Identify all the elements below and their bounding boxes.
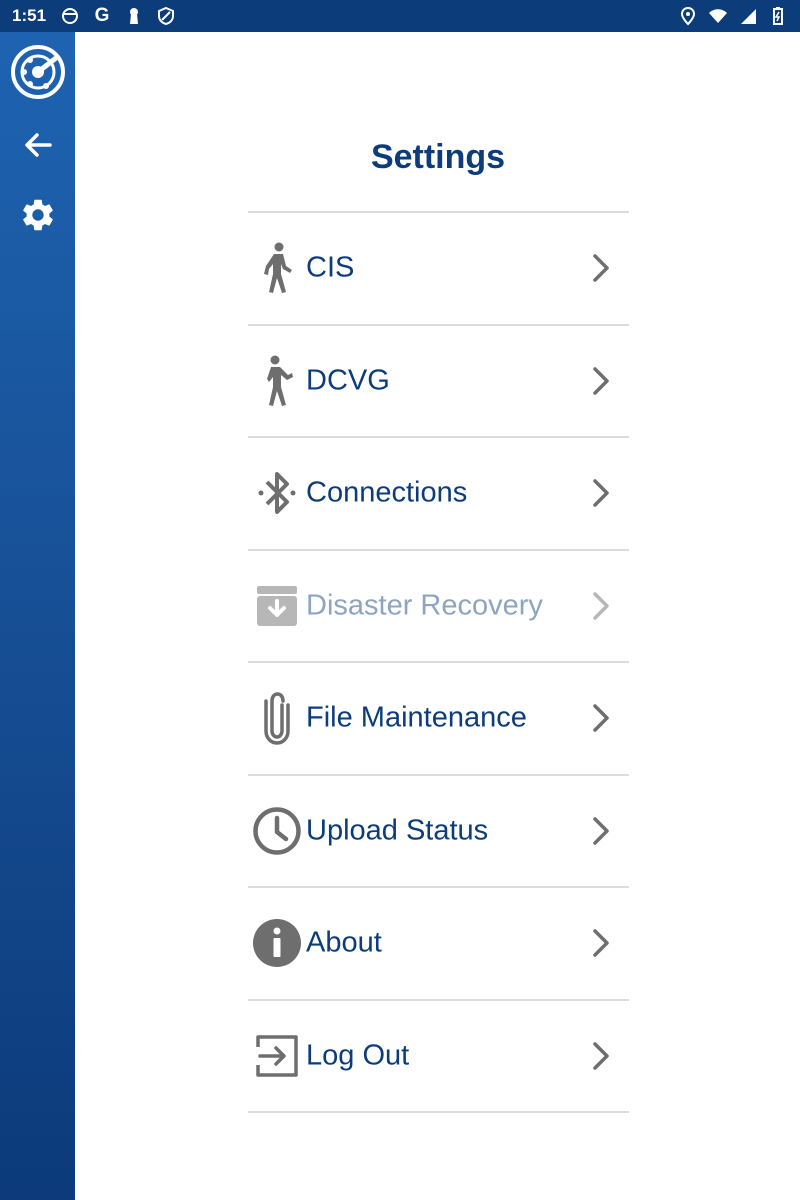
status-time: 1:51 bbox=[12, 6, 47, 25]
menu-item-dcvg[interactable]: DCVG bbox=[248, 326, 629, 438]
menu-item-label: File Maintenance bbox=[306, 701, 527, 734]
menu-item-label: Disaster Recovery bbox=[306, 589, 543, 622]
app-logo-button[interactable] bbox=[0, 44, 75, 104]
walking-person-icon bbox=[252, 241, 302, 295]
walking-person-icon bbox=[252, 354, 302, 408]
settings-menu: CIS DCVG Connections Disaster Recovery F… bbox=[248, 211, 629, 1113]
settings-button[interactable] bbox=[0, 194, 75, 240]
info-icon bbox=[252, 916, 302, 970]
app-logo-icon bbox=[10, 44, 66, 105]
menu-item-label: About bbox=[306, 926, 382, 959]
location-icon bbox=[678, 6, 698, 26]
back-arrow-icon bbox=[22, 129, 54, 166]
menu-item-about[interactable]: About bbox=[248, 888, 629, 1001]
chevron-right-icon bbox=[589, 702, 613, 734]
menu-item-upload-status[interactable]: Upload Status bbox=[248, 776, 629, 888]
menu-item-label: Log Out bbox=[306, 1039, 410, 1072]
chevron-right-icon bbox=[589, 927, 613, 959]
chevron-right-icon bbox=[589, 1040, 613, 1072]
archive-download-icon bbox=[252, 579, 302, 633]
paperclip-icon bbox=[252, 691, 302, 746]
shield-icon bbox=[156, 6, 176, 26]
back-button[interactable] bbox=[0, 124, 75, 170]
menu-item-label: Connections bbox=[306, 476, 468, 509]
sidebar bbox=[0, 32, 75, 1200]
menu-item-label: Upload Status bbox=[306, 814, 489, 847]
google-icon: G bbox=[94, 5, 110, 26]
chevron-right-icon bbox=[589, 477, 613, 509]
menu-item-connections[interactable]: Connections bbox=[248, 438, 629, 551]
battery-icon bbox=[768, 6, 788, 26]
gear-icon bbox=[19, 196, 57, 239]
menu-item-disaster-recovery[interactable]: Disaster Recovery bbox=[248, 551, 629, 663]
menu-item-cis[interactable]: CIS bbox=[248, 213, 629, 326]
chevron-right-icon bbox=[589, 252, 613, 284]
keyhole-icon bbox=[124, 6, 144, 26]
menu-item-log-out[interactable]: Log Out bbox=[248, 1001, 629, 1113]
app-circle-icon bbox=[60, 6, 80, 26]
menu-item-label: CIS bbox=[306, 251, 355, 284]
chevron-right-icon bbox=[589, 815, 613, 847]
signal-icon bbox=[738, 6, 758, 26]
clock-icon bbox=[252, 804, 302, 858]
status-bar: 1:51 G bbox=[0, 0, 800, 32]
chevron-right-icon bbox=[589, 590, 613, 622]
menu-item-label: DCVG bbox=[306, 364, 390, 397]
wifi-icon bbox=[708, 6, 728, 26]
status-icons-left: G bbox=[60, 6, 176, 26]
page-title: Settings bbox=[370, 138, 506, 176]
menu-item-file-maintenance[interactable]: File Maintenance bbox=[248, 663, 629, 776]
exit-icon bbox=[252, 1029, 302, 1083]
chevron-right-icon bbox=[589, 365, 613, 397]
status-icons-right bbox=[678, 6, 788, 26]
bluetooth-icon bbox=[252, 466, 302, 520]
